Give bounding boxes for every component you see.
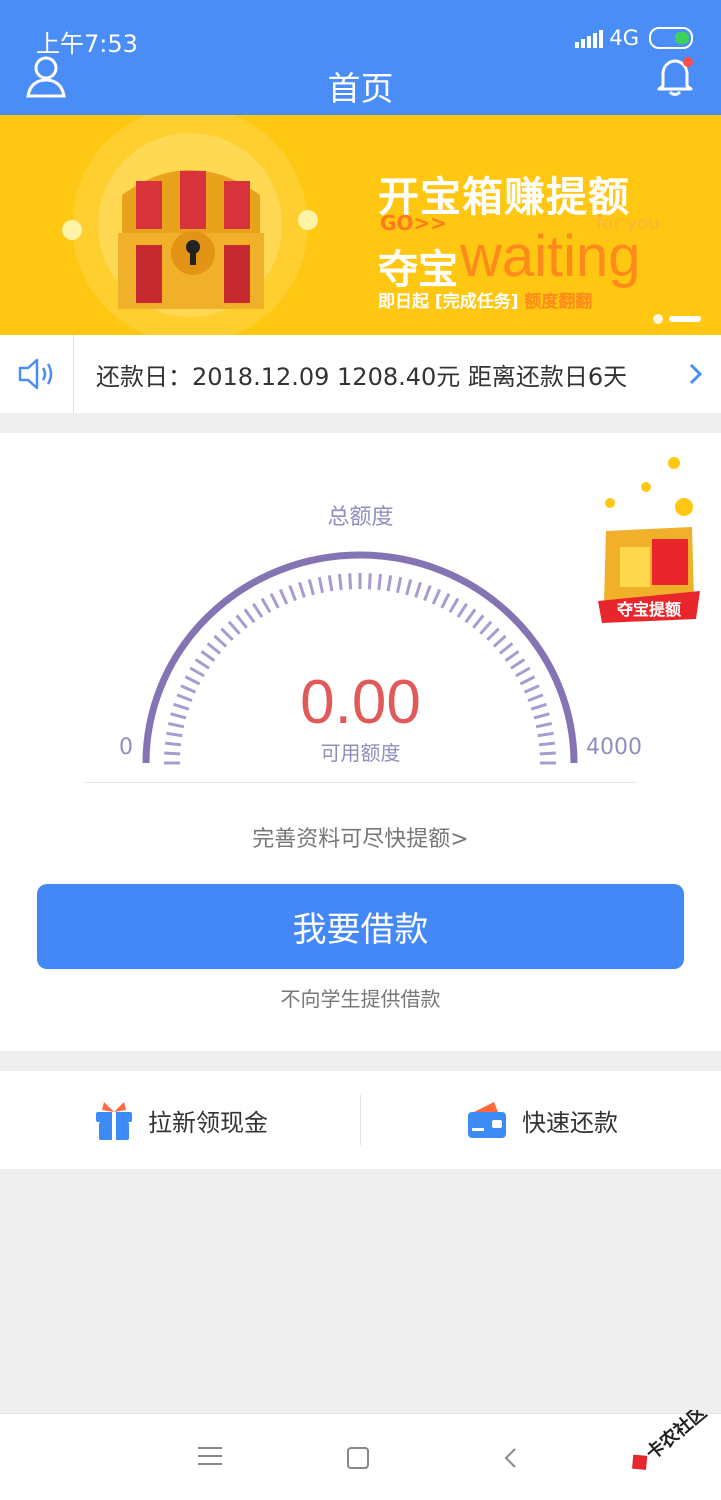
card-icon — [468, 1102, 506, 1138]
battery-icon — [649, 27, 693, 49]
gauge-tick — [386, 575, 393, 592]
page-title: 首页 — [327, 69, 394, 108]
gauge-tick — [472, 614, 485, 629]
menu-icon[interactable] — [198, 1447, 222, 1471]
gauge-tick — [227, 620, 241, 635]
treasure-badge-text: 夺宝提额 — [616, 600, 681, 619]
gauge-tick — [243, 608, 256, 624]
home-icon[interactable] — [347, 1447, 369, 1469]
available-credit-label: 可用额度 — [320, 741, 401, 765]
divider — [84, 782, 637, 783]
gauge-tick — [206, 642, 222, 655]
banner-waiting-text: waiting — [460, 224, 641, 289]
gauge-tick — [288, 585, 297, 602]
invite-cash-button[interactable]: 拉新领现金 — [0, 1071, 360, 1169]
gauge-tick — [423, 585, 432, 602]
quick-repay-label: 快速还款 — [522, 1108, 618, 1137]
gauge-tick — [278, 588, 289, 605]
credit-card-panel: 总额度 0 4000 0.00 可用额度 夺宝提额 完善资料可尽快提额> 我要借… — [0, 433, 721, 1051]
gauge-tick — [440, 593, 451, 609]
gauge-tick — [464, 608, 477, 624]
gauge-tick — [200, 650, 216, 662]
invite-cash-label: 拉新领现金 — [148, 1108, 268, 1137]
gauge-tick — [213, 634, 228, 648]
gauge-tick — [486, 627, 500, 642]
quick-repay-button[interactable]: 快速还款 — [361, 1071, 721, 1169]
app-header: 上午7:53 4G 首页 — [0, 0, 721, 115]
status-indicators: 4G — [575, 26, 693, 50]
watermark-text: 卡农社区 — [642, 1410, 711, 1464]
gauge-tick — [431, 588, 442, 605]
chevron-right-icon[interactable] — [671, 362, 721, 386]
gauge-tick — [338, 573, 343, 591]
quick-actions: 拉新领现金 快速还款 — [0, 1071, 721, 1169]
gauge-tick — [220, 627, 234, 642]
banner-subtitle-prefix: 即日起 [完成任务] — [378, 292, 519, 312]
promo-banner[interactable]: 开宝箱赚提额 GO>> for you 夺宝 waiting 即日起 [完成任务… — [0, 115, 721, 335]
gauge-tick — [260, 597, 272, 614]
borrow-button[interactable]: 我要借款 — [37, 884, 684, 969]
repayment-notice[interactable]: 还款日：2018.12.09 1208.40元 距离还款日6天 — [0, 335, 721, 413]
gauge-tick — [307, 579, 315, 596]
gauge-tick — [504, 650, 520, 662]
gauge-tick — [317, 576, 325, 594]
gauge-tick — [327, 575, 334, 592]
banner-subtitle: 即日起 [完成任务] 额度翻翻 — [378, 287, 592, 312]
treasure-badge-image[interactable]: 夺宝提额 — [596, 451, 702, 623]
network-label: 4G — [609, 26, 639, 50]
gauge-tick — [456, 602, 469, 618]
treasure-chest-image — [62, 115, 318, 335]
improve-profile-link[interactable]: 完善资料可尽快提额> — [0, 821, 721, 853]
banner-dot[interactable] — [653, 314, 663, 324]
gift-icon — [96, 1102, 132, 1140]
gauge-tick — [269, 593, 280, 609]
gauge-tick — [492, 634, 507, 648]
gauge-tick — [377, 573, 382, 591]
bell-icon[interactable] — [653, 54, 697, 98]
gauge-tick — [479, 620, 493, 635]
disclaimer-text: 不向学生提供借款 — [280, 987, 441, 1011]
gauge-tick — [448, 597, 460, 614]
banner-dot-active[interactable] — [669, 316, 701, 322]
gauge-tick — [367, 573, 372, 590]
back-icon[interactable] — [502, 1446, 518, 1470]
gauge-tick — [298, 581, 306, 598]
gauge-tick — [405, 579, 413, 596]
gauge-tick — [235, 614, 248, 629]
banner-go-text: GO>> — [380, 211, 447, 235]
gauge-tick — [498, 642, 514, 655]
banner-pagination — [653, 314, 701, 324]
gauge-tick — [251, 602, 264, 618]
banner-subtitle-highlight: 额度翻翻 — [524, 292, 593, 312]
gauge-tick — [395, 576, 403, 594]
gauge-tick — [414, 581, 422, 598]
available-amount: 0.00 — [300, 668, 421, 737]
gauge-tick — [348, 573, 353, 590]
watermark-logo: 卡农社区 — [632, 1410, 711, 1470]
repayment-notice-text: 还款日：2018.12.09 1208.40元 距离还款日6天 — [96, 362, 628, 391]
speaker-icon — [0, 335, 74, 413]
signal-icon — [575, 28, 604, 48]
